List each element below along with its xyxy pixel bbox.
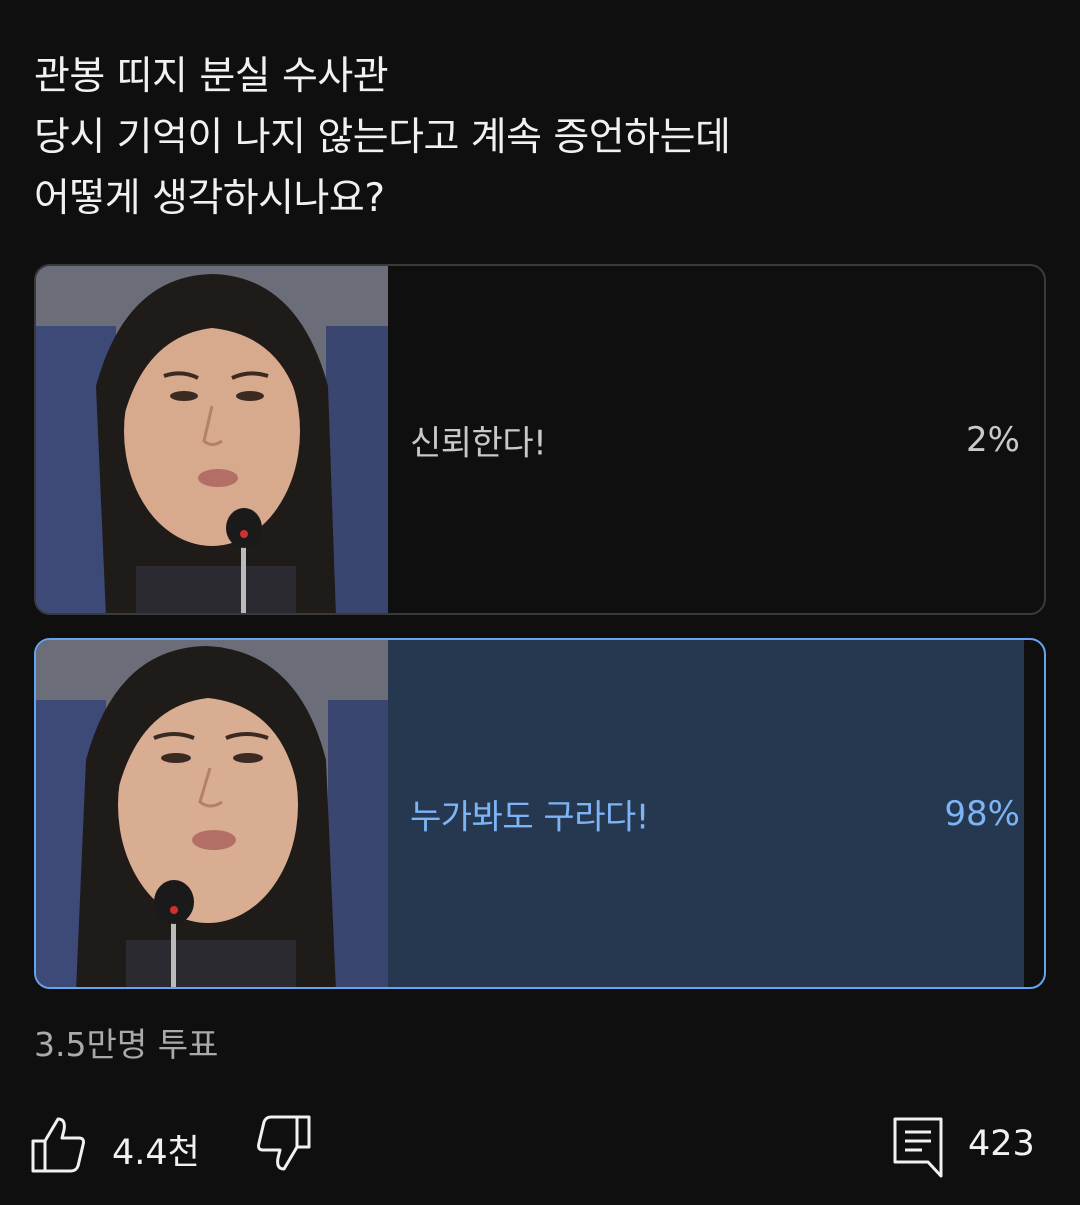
poll-option-lying[interactable]: 누가봐도 구라다! 98%	[34, 638, 1046, 989]
option-label: 신뢰한다!	[410, 423, 547, 463]
comment-icon[interactable]	[890, 1114, 950, 1178]
action-bar: 4.4천 423	[0, 1110, 1080, 1190]
question-line: 당시 기억이 나지 않는다고 계속 증언하는데	[34, 115, 731, 160]
thumbs-up-icon[interactable]	[28, 1114, 88, 1174]
option-image	[36, 640, 388, 987]
poll-question: 관봉 띠지 분실 수사관 당시 기억이 나지 않는다고 계속 증언하는데 어떻게…	[34, 46, 1034, 229]
person-photo	[36, 266, 388, 613]
person-photo	[36, 640, 388, 987]
question-line: 어떻게 생각하시나요?	[34, 176, 385, 221]
thumbs-down-icon[interactable]	[254, 1114, 314, 1174]
comment-count: 423	[968, 1124, 1035, 1164]
option-percent: 98%	[944, 793, 1020, 834]
question-line: 관봉 띠지 분실 수사관	[34, 54, 389, 99]
like-count: 4.4천	[112, 1133, 200, 1173]
poll-option-trust[interactable]: 신뢰한다! 2%	[34, 264, 1046, 615]
option-label: 누가봐도 구라다!	[410, 797, 649, 837]
community-post: 관봉 띠지 분실 수사관 당시 기억이 나지 않는다고 계속 증언하는데 어떻게…	[0, 0, 1080, 1205]
vote-count: 3.5만명 투표	[34, 1025, 219, 1064]
option-percent: 2%	[966, 419, 1020, 460]
option-image	[36, 266, 388, 613]
